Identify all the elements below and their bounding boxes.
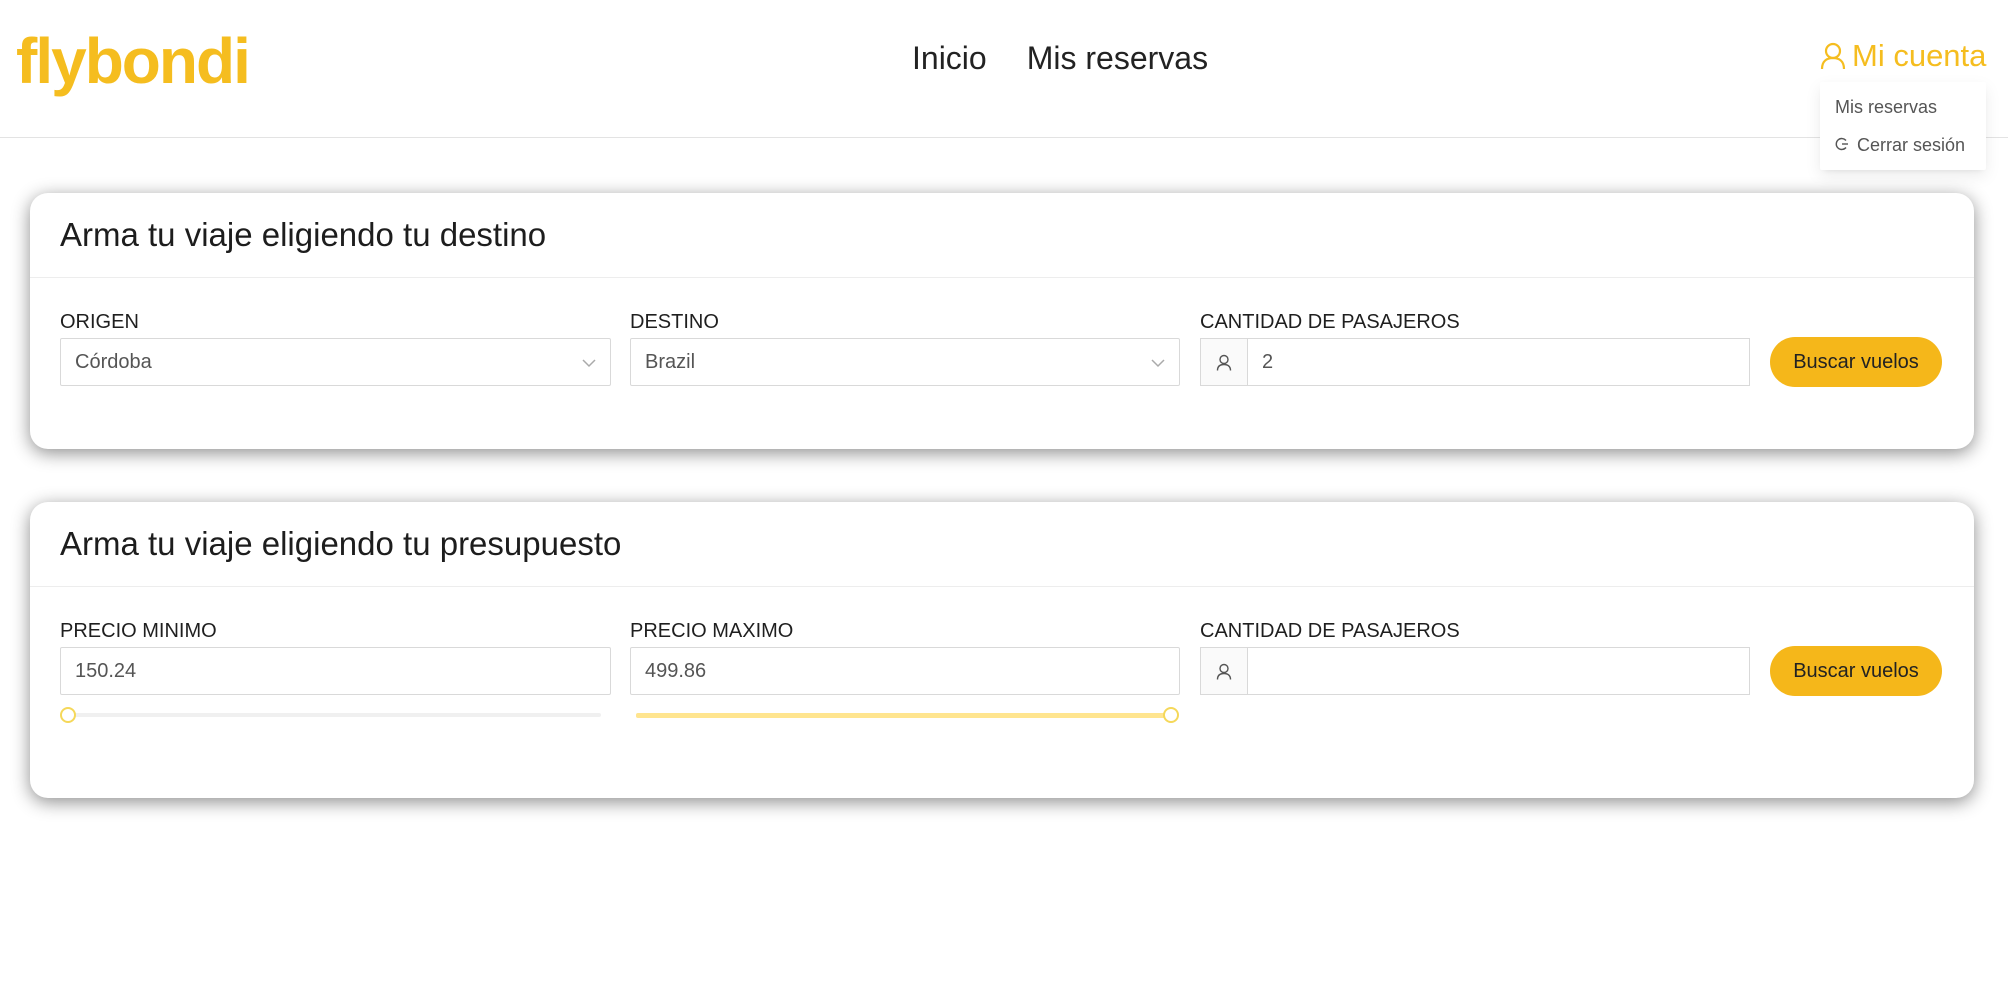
destination-label: DESTINO	[630, 311, 719, 333]
origin-value: Córdoba	[75, 350, 152, 373]
menu-item-label: Mis reservas	[1835, 96, 1938, 117]
card-title: Arma tu viaje eligiendo tu presupuesto	[60, 525, 622, 562]
account-label: Mi cuenta	[1852, 38, 1987, 73]
slider-handle[interactable]	[60, 707, 76, 723]
top-nav-bar: flybondi Inicio Mis reservas Mi cuenta	[0, 0, 2008, 138]
menu-item-mis-reservas[interactable]: Mis reservas	[1820, 88, 1986, 126]
user-icon	[1200, 338, 1247, 386]
destination-value: Brazil	[645, 350, 696, 373]
main-nav: Inicio Mis reservas	[912, 34, 1208, 82]
min-price-field: PRECIO MINIMO 150.24	[60, 617, 611, 695]
origin-label: ORIGEN	[60, 311, 139, 333]
chevron-down-icon	[1151, 351, 1165, 374]
destination-field: DESTINO Brazil	[630, 308, 1180, 386]
passengers-label: CANTIDAD DE PASAJEROS	[1200, 620, 1460, 642]
origin-select[interactable]: Córdoba	[60, 338, 611, 386]
max-price-field: PRECIO MAXIMO 499.86	[630, 617, 1180, 695]
nav-inicio[interactable]: Inicio	[912, 34, 987, 82]
menu-item-label: Cerrar sesión	[1857, 134, 1966, 155]
search-flights-button[interactable]: Buscar vuelos	[1770, 646, 1942, 696]
flybondi-logo[interactable]: flybondi	[16, 28, 266, 100]
card-header: Arma tu viaje eligiendo tu presupuesto	[30, 502, 1974, 587]
account-menu-trigger[interactable]: Mi cuenta	[1820, 38, 1986, 74]
max-price-input[interactable]: 499.86	[630, 647, 1180, 695]
budget-passengers-field: CANTIDAD DE PASAJEROS	[1200, 617, 1750, 695]
user-icon	[1820, 42, 1846, 70]
svg-text:flybondi: flybondi	[16, 28, 249, 97]
menu-item-cerrar-sesion[interactable]: Cerrar sesión	[1820, 126, 1986, 164]
passengers-label: CANTIDAD DE PASAJEROS	[1200, 311, 1460, 333]
destination-search-card: Arma tu viaje eligiendo tu destino ORIGE…	[30, 193, 1974, 449]
budget-search-card: Arma tu viaje eligiendo tu presupuesto P…	[30, 502, 1974, 798]
slider-track	[636, 713, 1166, 718]
passengers-input[interactable]: 2	[1247, 338, 1750, 386]
origin-field: ORIGEN Córdoba	[60, 308, 611, 386]
slider-rail	[66, 713, 601, 717]
card-header: Arma tu viaje eligiendo tu destino	[30, 193, 1974, 278]
destination-select[interactable]: Brazil	[630, 338, 1180, 386]
search-flights-button[interactable]: Buscar vuelos	[1770, 337, 1942, 387]
min-price-slider[interactable]	[60, 705, 611, 725]
passengers-field: CANTIDAD DE PASAJEROS 2	[1200, 308, 1750, 386]
card-title: Arma tu viaje eligiendo tu destino	[60, 216, 547, 253]
passengers-input[interactable]	[1247, 647, 1750, 695]
logout-icon	[1835, 135, 1849, 156]
min-price-label: PRECIO MINIMO	[60, 620, 217, 642]
min-price-input[interactable]: 150.24	[60, 647, 611, 695]
account-dropdown: Mis reservas Cerrar sesión	[1820, 82, 1986, 170]
user-icon	[1200, 647, 1247, 695]
max-price-label: PRECIO MAXIMO	[630, 620, 794, 642]
nav-mis-reservas[interactable]: Mis reservas	[1027, 34, 1208, 82]
slider-handle[interactable]	[1163, 707, 1179, 723]
chevron-down-icon	[582, 351, 596, 374]
max-price-slider[interactable]	[630, 705, 1180, 725]
